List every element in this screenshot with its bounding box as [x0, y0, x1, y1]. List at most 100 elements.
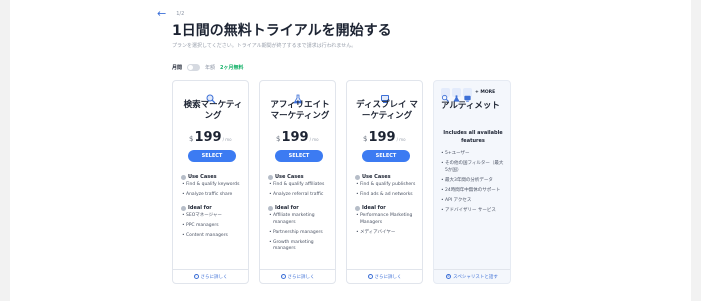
- ideal-for-label: Ideal for: [275, 205, 299, 211]
- list-item: Content managers: [182, 233, 246, 240]
- list-item: Partnership managers: [269, 230, 333, 237]
- price-amount: 199: [281, 130, 309, 145]
- plan-name: ディスプレイ マーケティング: [356, 100, 418, 121]
- ideal-for-list: Affiliate marketing managers Partnership…: [269, 213, 333, 256]
- plan-price: $ 199 / mo: [363, 130, 406, 145]
- plan-card-ultimate: + MORE アルティメット Includes all available fe…: [433, 80, 511, 284]
- price-currency: $: [189, 135, 194, 143]
- user-icon: [355, 205, 360, 211]
- plan-card-search: 検索マーケティング $ 199 / mo SELECT Use Cases Fi…: [172, 80, 249, 284]
- magnifier-icon: [206, 89, 216, 104]
- ideal-for-list: SEOマネージャー PPC managers Content managers: [182, 213, 246, 243]
- monitor-icon: [380, 89, 390, 103]
- use-cases-label: Use Cases: [362, 174, 391, 180]
- select-button[interactable]: SELECT: [275, 150, 323, 162]
- price-period: / mo: [222, 137, 232, 142]
- features-list: 5+ユーザー その他の国フィルター（最大5か国） 最大3年間の分析データ 24時…: [441, 151, 505, 218]
- plan-card-display: ディスプレイ マーケティング $ 199 / mo SELECT Use Cas…: [346, 80, 423, 284]
- plan-price: $ 199 / mo: [189, 130, 232, 145]
- ideal-for-heading: Ideal for: [355, 205, 386, 211]
- talk-to-specialist-link[interactable]: ✆ スペシャリストと話す: [434, 269, 510, 283]
- arrow-circle-icon: ›: [280, 274, 286, 279]
- use-cases-label: Use Cases: [188, 174, 217, 180]
- list-item: SEOマネージャー: [182, 213, 246, 220]
- plan-name: 検索マーケティング: [183, 100, 243, 121]
- briefcase-icon: [355, 174, 360, 180]
- ideal-for-label: Ideal for: [188, 205, 212, 211]
- use-cases-list: Find & qualify publishers Find ads & ad …: [356, 182, 420, 202]
- use-cases-heading: Use Cases: [268, 174, 304, 180]
- use-cases-list: Find & qualify affiliates Analyze referr…: [269, 182, 333, 202]
- list-item: Find ads & ad networks: [356, 192, 420, 199]
- learn-more-label: さらに詳しく: [374, 274, 402, 280]
- plan-name: アフィリエイトマーケティング: [270, 100, 330, 121]
- ideal-for-label: Ideal for: [362, 205, 386, 211]
- briefcase-icon: [181, 174, 186, 180]
- use-cases-heading: Use Cases: [181, 174, 217, 180]
- list-item: アドバイザリー サービス: [441, 208, 505, 215]
- price-period-unit: mo: [225, 137, 232, 142]
- ideal-for-list: Performance Marketing Managers メディアバイヤー: [356, 213, 420, 240]
- list-item: メディアバイヤー: [356, 230, 420, 237]
- price-period-unit: mo: [399, 137, 406, 142]
- list-item: 最大3年間の分析データ: [441, 178, 505, 185]
- ultimate-icon-group: + MORE: [441, 88, 496, 103]
- list-item: PPC managers: [182, 223, 246, 230]
- select-button[interactable]: SELECT: [188, 150, 236, 162]
- list-item: Find & qualify publishers: [356, 182, 420, 189]
- includes-text: Includes all available features: [443, 130, 503, 144]
- billing-toggle-row: 月間 年額 2ヶ月無料: [172, 64, 244, 71]
- plan-card-affiliate: アフィリエイトマーケティング $ 199 / mo SELECT Use Cas…: [259, 80, 336, 284]
- back-arrow-icon[interactable]: ←: [157, 8, 166, 19]
- ideal-for-heading: Ideal for: [181, 205, 212, 211]
- use-cases-label: Use Cases: [275, 174, 304, 180]
- price-period-unit: mo: [312, 137, 319, 142]
- plan-price: $ 199 / mo: [276, 130, 319, 145]
- learn-more-link[interactable]: › さらに詳しく: [260, 269, 335, 283]
- page-title: 1日間の無料トライアルを開始する: [172, 23, 392, 39]
- price-currency: $: [276, 135, 281, 143]
- billing-toggle[interactable]: [187, 64, 201, 71]
- price-period: / mo: [396, 137, 406, 142]
- list-item: Find & qualify affiliates: [269, 182, 333, 189]
- monthly-label: 月間: [172, 65, 183, 71]
- step-indicator: 1/2: [176, 10, 185, 17]
- pricing-page: ← 1/2 1日間の無料トライアルを開始する プランを選択してください。トライア…: [10, 0, 691, 301]
- phone-circle-icon: ✆: [446, 274, 452, 279]
- price-currency: $: [363, 135, 368, 143]
- learn-more-link[interactable]: › さらに詳しく: [173, 269, 248, 283]
- list-item: Analyze traffic share: [182, 192, 246, 199]
- plan-name: アルティメット: [441, 101, 500, 111]
- step-header: ← 1/2: [157, 8, 185, 19]
- yearly-label: 年額: [205, 65, 216, 71]
- list-item: 24時間年中無休のサポート: [441, 188, 505, 195]
- learn-more-link[interactable]: › さらに詳しく: [347, 269, 422, 283]
- use-cases-heading: Use Cases: [355, 174, 391, 180]
- list-item: Analyze referral traffic: [269, 192, 333, 199]
- toggle-knob: [188, 65, 194, 70]
- list-item: 5+ユーザー: [441, 151, 505, 158]
- user-icon: [268, 205, 273, 211]
- user-icon: [181, 205, 186, 211]
- page-subtitle: プランを選択してください。トライアル期間が終了するまで請求は行われません。: [172, 43, 357, 49]
- select-button[interactable]: SELECT: [362, 150, 410, 162]
- magnifier-icon: [441, 88, 450, 103]
- flask-icon: [452, 88, 461, 102]
- list-item: Growth marketing managers: [269, 240, 333, 253]
- monitor-icon: [463, 88, 472, 102]
- list-item: API アクセス: [441, 198, 505, 205]
- ideal-for-heading: Ideal for: [268, 205, 299, 211]
- more-label: + MORE: [475, 90, 496, 95]
- list-item: その他の国フィルター（最大5か国）: [441, 161, 505, 174]
- list-item: Performance Marketing Managers: [356, 213, 420, 226]
- talk-to-specialist-label: スペシャリストと話す: [453, 274, 498, 280]
- price-amount: 199: [194, 130, 222, 145]
- learn-more-label: さらに詳しく: [200, 274, 228, 280]
- briefcase-icon: [268, 174, 273, 180]
- use-cases-list: Find & qualify keywords Analyze traffic …: [182, 182, 246, 202]
- arrow-circle-icon: ›: [193, 274, 199, 279]
- arrow-circle-icon: ›: [367, 274, 373, 279]
- price-period: / mo: [309, 137, 319, 142]
- flask-icon: [293, 89, 303, 104]
- list-item: Find & qualify keywords: [182, 182, 246, 189]
